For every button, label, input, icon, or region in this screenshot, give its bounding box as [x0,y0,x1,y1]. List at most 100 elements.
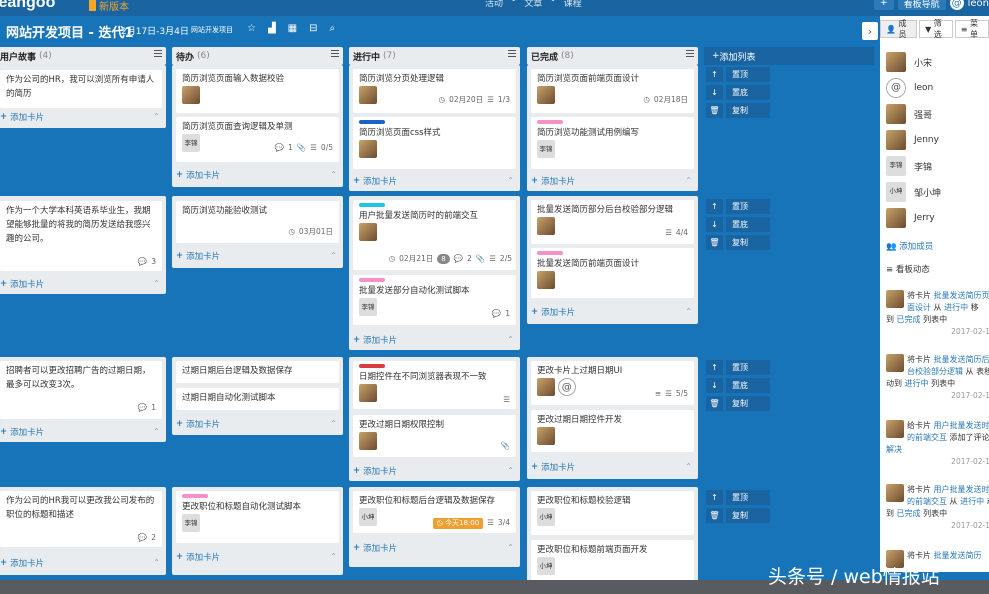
window-icon[interactable]: ⊟ [309,23,317,34]
pin-top-button[interactable]: 置顶 [726,67,770,82]
task-card[interactable]: 更改职位和标题后台逻辑及数据保存 小坤 ◷ 今天18:00 ☰ 3/4 [353,491,516,533]
star-icon[interactable]: ☆ [247,23,256,34]
task-card[interactable]: 过期日期自动化测试脚本 [176,388,339,410]
trash-icon[interactable]: 🗑 [706,508,723,523]
new-version-badge[interactable]: 新版本 [89,0,129,13]
date-range[interactable]: 2月17日-3月4日 [121,24,189,37]
add-card-button[interactable]: + 添加卡片 [531,306,575,318]
add-card-button[interactable]: + 添加卡片 [353,542,397,554]
add-card-button[interactable]: + 添加卡片 [353,334,397,346]
add-list-button[interactable]: + 添加列表 [704,47,874,65]
task-card[interactable]: 日期控件在不同浏览器表现不一致 ☰ [353,361,516,409]
add-card-button[interactable]: + 添加卡片 [0,426,44,438]
add-card-button[interactable]: + 添加卡片 [531,461,575,473]
task-card[interactable]: 简历浏览分页处理逻辑 ◷ 02月20日 ☰ 1/3 [353,69,516,113]
add-icon[interactable]: + [874,0,894,10]
collapse-icon[interactable]: ⌃ [153,112,160,121]
trash-icon[interactable]: 🗑 [706,103,723,118]
page-title[interactable]: 网站开发项目 - 迭代1 [6,22,134,41]
task-card[interactable]: 更改职位和标题前端页面开发 小坤 [531,540,694,584]
pin-bottom-button[interactable]: 置底 [726,85,770,100]
arrow-up-icon[interactable]: ↑ [706,490,723,505]
tab-menu[interactable]: ≡ 菜单 [954,19,989,39]
collapse-icon[interactable]: ⌃ [330,419,337,428]
add-card-button[interactable]: + 添加卡片 [353,175,397,187]
chart-icon[interactable]: ▟ [268,23,276,34]
copy-button[interactable]: 复制 [726,508,770,523]
board-nav-button[interactable]: 看板导航 [897,0,946,10]
collapse-icon[interactable]: ⌃ [507,466,514,475]
collapse-icon[interactable]: ⌃ [153,427,160,436]
task-card[interactable]: 简历浏览页面前端页面设计 ◷ 02月18日 [531,69,694,113]
pin-top-button[interactable]: 置顶 [726,199,770,214]
search-icon[interactable]: ⌕ [330,23,336,34]
story-card[interactable]: 作为一个大学本科英语系毕业生，我期望能够批量的将我的简历发送给我感兴趣的公司。 … [0,201,162,271]
task-card[interactable]: 更改过期日期控件开发 [531,410,694,452]
add-card-button[interactable]: + 添加卡片 [0,278,44,290]
collapse-icon[interactable]: ⌃ [685,462,692,471]
member-item[interactable]: 强哥 [886,104,932,124]
column-menu-icon[interactable] [508,50,516,57]
member-item[interactable]: 李锦 李锦 [886,156,932,176]
arrow-up-icon[interactable]: ↑ [706,199,723,214]
nav-courses[interactable]: 课程 [564,0,582,9]
task-card[interactable]: 简历浏览页面查询逻辑及单测 李锦 💬 1 📎 ☰ 0/5 [176,117,339,162]
column-menu-icon[interactable] [331,50,339,57]
column-menu-icon[interactable] [154,50,162,57]
arrow-up-icon[interactable]: ↑ [706,360,723,375]
leangoo-logo[interactable]: leangoo [0,0,55,12]
task-card[interactable]: 更改职位和标题自动化测试脚本 李锦 [176,491,339,543]
nav-activity[interactable]: 活动 [485,0,503,9]
tab-filter[interactable]: ▼ 筛选 [919,19,953,39]
add-card-button[interactable]: + 添加卡片 [531,175,575,187]
pin-top-button[interactable]: 置顶 [726,360,770,375]
collapse-icon[interactable]: ⌃ [685,176,692,185]
member-item[interactable]: Jenny [886,130,939,150]
pin-bottom-button[interactable]: 置底 [726,378,770,393]
nav-articles[interactable]: 文章 [524,0,542,9]
story-card[interactable]: 作为公司的HR，我可以浏览所有申请人的简历 [0,70,162,108]
task-card[interactable]: 批量发送简历前端页面设计 [531,248,694,298]
member-item[interactable]: 小坤 邹小坤 [886,182,941,202]
collapse-icon[interactable]: ⌃ [330,170,337,179]
collapse-icon[interactable]: ⌃ [153,558,160,567]
collapse-icon[interactable]: ⌃ [685,307,692,316]
add-card-button[interactable]: + 添加卡片 [176,169,220,181]
collapse-icon[interactable]: ⌃ [507,176,514,185]
collapse-icon[interactable]: ⌃ [330,552,337,561]
pin-top-button[interactable]: 置顶 [726,490,770,505]
task-card[interactable]: 简历浏览功能测试用例编写 李锦 [531,117,694,169]
add-card-button[interactable]: + 添加卡片 [353,465,397,477]
task-card[interactable]: 更改职位和标题校验逻辑 小坤 [531,491,694,535]
collapse-icon[interactable]: ⌃ [507,543,514,552]
task-card[interactable]: 批量发送简历部分后台校验部分逻辑 ☰ 4/4 [531,200,694,244]
task-card[interactable]: 过期日期后台逻辑及数据保存 [176,361,339,383]
task-card[interactable]: 批量发送部分自动化测试脚本 李锦 💬 1 [353,275,516,325]
column-menu-icon[interactable] [686,50,694,57]
story-card[interactable]: 作为公司的HR我可以更改我公司发布的职位的标题和描述 💬 2 [0,491,162,547]
add-card-button[interactable]: + 添加卡片 [0,557,44,569]
add-card-button[interactable]: + 添加卡片 [176,250,220,262]
trash-icon[interactable]: 🗑 [706,235,723,250]
task-card[interactable]: 简历浏览页面css样式 [353,117,516,169]
collapse-sidebar-button[interactable]: › [862,22,878,40]
user-avatar[interactable]: @ [949,0,964,10]
arrow-down-icon[interactable]: ↓ [706,85,723,100]
task-card[interactable]: 简历浏览功能验收测试 ◷ 03月01日 [176,201,339,243]
arrow-up-icon[interactable]: ↑ [706,67,723,82]
task-card[interactable]: 更改卡片上过期日期UI @ ≡ ☰ 5/5 [531,361,694,405]
member-item[interactable]: 小宋 [886,52,932,72]
collapse-icon[interactable]: ⌃ [153,279,160,288]
member-item[interactable]: @ leon [886,78,933,98]
add-member-button[interactable]: 👥 添加成员 [886,240,933,252]
task-card[interactable]: 简历浏览页面输入数据校验 [176,69,339,113]
copy-button[interactable]: 复制 [726,103,770,118]
add-card-button[interactable]: + 添加卡片 [0,111,44,123]
add-card-button[interactable]: + 添加卡片 [176,551,220,563]
task-card[interactable]: 用户批量发送简历时的前端交互 ◷ 02月21日 8 💬 2 📎 ☰ 2/5 [353,200,516,270]
project-tag[interactable]: 网站开发项目 [191,25,233,35]
arrow-down-icon[interactable]: ↓ [706,217,723,232]
task-card[interactable]: 更改过期日期权限控制 📎 [353,415,516,457]
member-item[interactable]: Jerry [886,208,935,228]
grid-icon[interactable]: ▦ [288,23,297,34]
